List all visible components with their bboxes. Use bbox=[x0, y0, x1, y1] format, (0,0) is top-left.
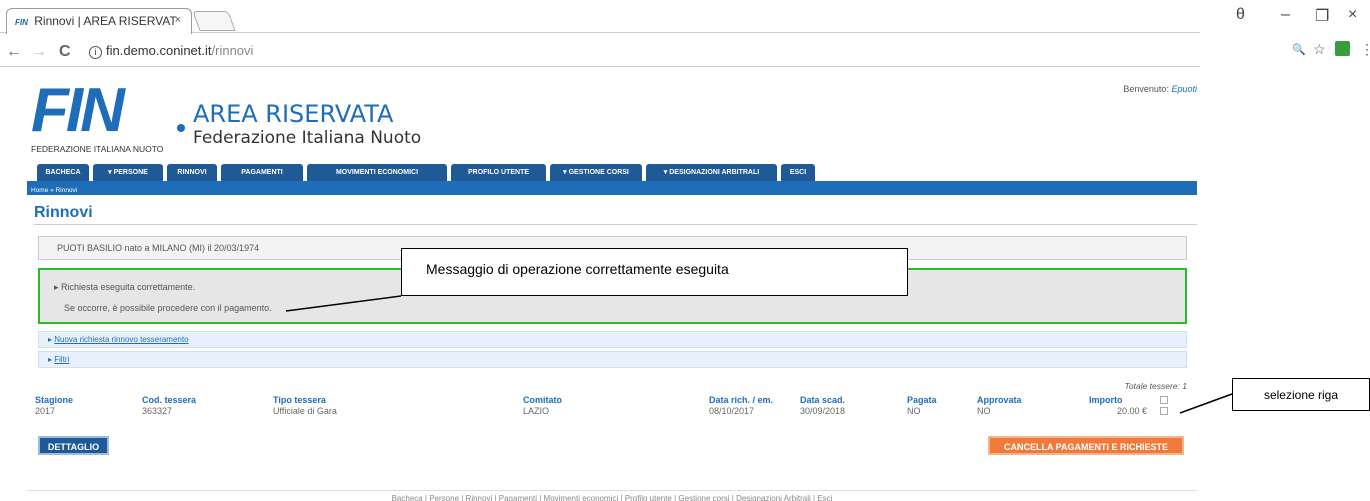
fin-favicon-icon: FIN bbox=[15, 18, 28, 27]
bookmark-star-icon[interactable]: ☆ bbox=[1313, 41, 1326, 58]
url-host: fin.demo.coninet.it bbox=[106, 43, 212, 58]
cell-tipo-tessera: Ufficiale di Gara bbox=[273, 406, 337, 416]
cell-pagata: NO bbox=[907, 406, 921, 416]
success-line-2: Se occorre, è possibile procedere con il… bbox=[64, 303, 272, 313]
address-bar-row: ← → C i fin.demo.coninet.it/rinnovi bbox=[0, 37, 1200, 67]
logo-subtitle: FEDERAZIONE ITALIANA NUOTO bbox=[31, 144, 164, 154]
footer-links[interactable]: Bacheca | Persone | Rinnovi | Pagamenti … bbox=[27, 490, 1197, 501]
back-icon[interactable]: ← bbox=[6, 43, 22, 61]
success-text-1: Richiesta eseguita correttamente. bbox=[61, 282, 196, 292]
restore-button[interactable]: ❐ bbox=[1315, 6, 1329, 26]
menu-designazioni[interactable]: ▾ DESIGNAZIONI ARBITRALI bbox=[646, 164, 777, 181]
menu-persone[interactable]: ▾ PERSONE bbox=[93, 164, 163, 181]
federation-subtitle: Federazione Italiana Nuoto bbox=[193, 128, 422, 148]
col-data-rich[interactable]: Data rich. / em. bbox=[709, 395, 773, 405]
message-annotation: Messaggio di operazione correttamente es… bbox=[401, 248, 908, 296]
main-menu: BACHECA ▾ PERSONE RINNOVI PAGAMENTI MOVI… bbox=[27, 164, 1197, 186]
menu-esci[interactable]: ESCI bbox=[781, 164, 815, 181]
browser-tab[interactable]: FIN Rinnovi | AREA RISERVAT × bbox=[6, 8, 192, 34]
menu-rinnovi[interactable]: RINNOVI bbox=[167, 164, 217, 181]
page-title: Rinnovi bbox=[34, 204, 93, 221]
col-cod-tessera[interactable]: Cod. tessera bbox=[142, 395, 196, 405]
cell-data-rich: 08/10/2017 bbox=[709, 406, 755, 416]
tab-title: Rinnovi | AREA RISERVAT bbox=[34, 14, 177, 28]
menu-gestione-corsi[interactable]: ▾ GESTIONE CORSI bbox=[550, 164, 642, 181]
welcome-label: Benvenuto: bbox=[1123, 84, 1169, 94]
delete-payments-button[interactable]: CANCELLA PAGAMENTI E RICHIESTE bbox=[988, 436, 1184, 455]
menu-movimenti[interactable]: MOVIMENTI ECONOMICI bbox=[307, 164, 447, 181]
col-importo[interactable]: Importo bbox=[1089, 395, 1123, 405]
cell-stagione: 2017 bbox=[35, 406, 56, 416]
zoom-icon[interactable]: 🔍 bbox=[1292, 43, 1306, 56]
url-field[interactable]: i fin.demo.coninet.it/rinnovi bbox=[89, 43, 253, 59]
area-title: AREA RISERVATA bbox=[193, 100, 394, 128]
cell-importo: 20.00 € bbox=[1117, 406, 1148, 416]
new-request-link[interactable]: Nuova richiesta rinnovo tesseramento bbox=[54, 335, 188, 344]
col-data-scad[interactable]: Data scad. bbox=[800, 395, 845, 405]
logo-dot bbox=[177, 124, 185, 132]
fin-logo[interactable]: FIN bbox=[31, 80, 125, 142]
cell-cod-tessera: 363327 bbox=[142, 406, 173, 416]
menu-pagamenti[interactable]: PAGAMENTI bbox=[221, 164, 303, 181]
row-select-annotation: selezione riga bbox=[1232, 378, 1370, 411]
success-line-1: ▸ Richiesta eseguita correttamente. bbox=[54, 282, 196, 292]
minimize-button[interactable]: – bbox=[1281, 6, 1290, 24]
cell-approvata: NO bbox=[977, 406, 991, 416]
title-divider bbox=[34, 224, 1197, 225]
extension-icon[interactable] bbox=[1335, 41, 1350, 56]
cell-comitato: LAZIO bbox=[523, 406, 550, 416]
col-pagata[interactable]: Pagata bbox=[907, 395, 937, 405]
close-window-button[interactable]: × bbox=[1348, 6, 1357, 24]
select-all-checkbox[interactable] bbox=[1160, 396, 1168, 404]
detail-button[interactable]: DETTAGLIO bbox=[38, 436, 109, 455]
col-comitato[interactable]: Comitato bbox=[523, 395, 562, 405]
tab-close-icon[interactable]: × bbox=[175, 14, 181, 26]
url-path: /rinnovi bbox=[211, 43, 254, 58]
col-stagione[interactable]: Stagione bbox=[35, 395, 73, 405]
row-select-checkbox[interactable] bbox=[1160, 407, 1168, 415]
col-approvata[interactable]: Approvata bbox=[977, 395, 1022, 405]
site-info-icon[interactable]: i bbox=[89, 46, 102, 59]
menu-bacheca[interactable]: BACHECA bbox=[37, 164, 89, 181]
menu-profilo[interactable]: PROFILO UTENTE bbox=[451, 164, 546, 181]
forward-icon[interactable]: → bbox=[31, 43, 47, 61]
filters-bar[interactable]: ▸ Filtri bbox=[38, 351, 1187, 368]
account-icon[interactable]: θ bbox=[1236, 6, 1245, 24]
welcome-text: Benvenuto: Epuoti bbox=[1123, 84, 1197, 94]
new-tab-button[interactable] bbox=[192, 11, 236, 31]
welcome-user[interactable]: Epuoti bbox=[1171, 84, 1197, 94]
col-tipo-tessera[interactable]: Tipo tessera bbox=[273, 395, 326, 405]
browser-tabstrip: FIN Rinnovi | AREA RISERVAT × bbox=[0, 0, 1200, 34]
breadcrumb[interactable]: Home » Rinnovi bbox=[27, 186, 1197, 195]
cell-data-scad: 30/09/2018 bbox=[800, 406, 846, 416]
new-request-bar[interactable]: ▸ Nuova richiesta rinnovo tesseramento bbox=[38, 331, 1187, 348]
filters-link[interactable]: Filtri bbox=[54, 355, 69, 364]
total-count: Totale tessere: 1 bbox=[1124, 381, 1187, 391]
reload-icon[interactable]: C bbox=[59, 43, 71, 61]
browser-menu-icon[interactable]: ⋮ bbox=[1360, 41, 1370, 58]
